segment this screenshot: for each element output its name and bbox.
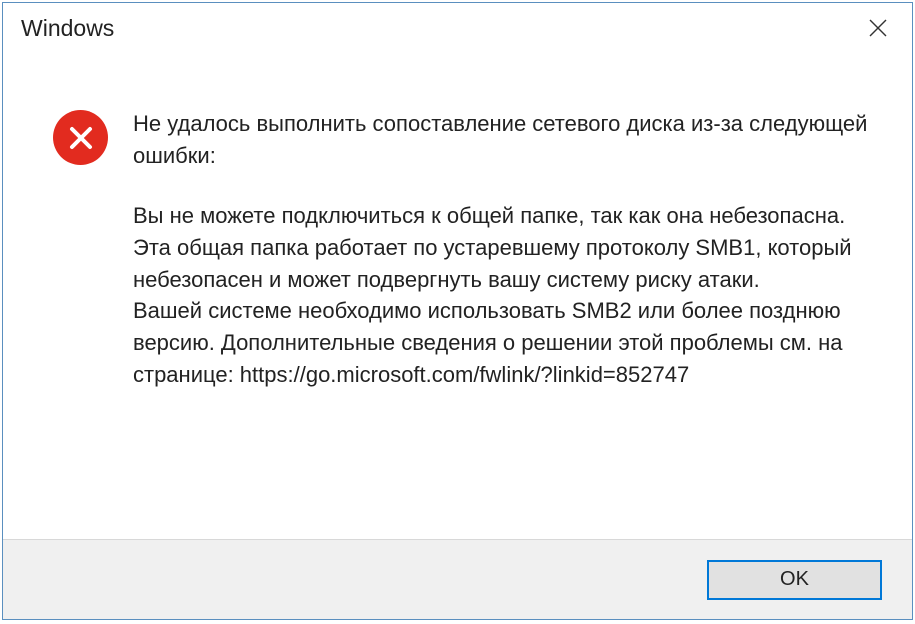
button-bar: OK — [3, 539, 912, 619]
error-icon — [53, 110, 108, 165]
window-title: Windows — [21, 15, 114, 42]
close-button[interactable] — [856, 8, 900, 48]
error-dialog: Windows Не удалось выполнить сопоставлен… — [2, 2, 913, 620]
message-text: Не удалось выполнить сопоставление сетев… — [133, 108, 882, 519]
titlebar: Windows — [3, 3, 912, 53]
close-icon — [868, 18, 888, 38]
icon-column — [53, 108, 133, 519]
message-body: Вы не можете подключиться к общей папке,… — [133, 200, 872, 391]
message-header: Не удалось выполнить сопоставление сетев… — [133, 108, 872, 172]
dialog-content: Не удалось выполнить сопоставление сетев… — [3, 53, 912, 539]
ok-button[interactable]: OK — [707, 560, 882, 600]
